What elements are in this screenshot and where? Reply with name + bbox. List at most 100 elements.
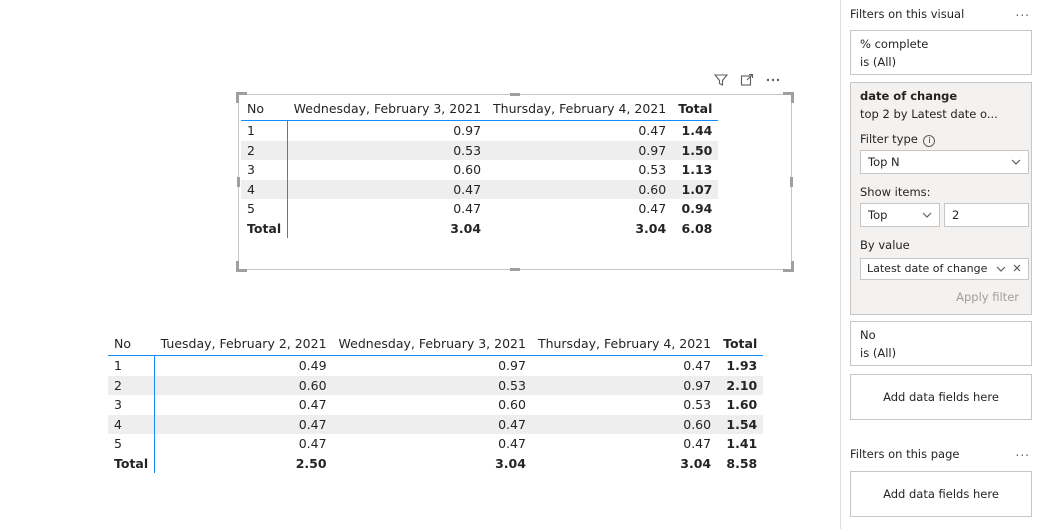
apply-filter-button[interactable]: Apply filter	[956, 290, 1019, 304]
row-header[interactable]: 4	[108, 414, 156, 434]
column-total-cell: 3.04	[680, 455, 712, 471]
filter-type-value: Top N	[868, 155, 900, 169]
value-cell: 0.47	[298, 436, 327, 452]
resize-handle[interactable]	[237, 177, 240, 187]
column-total-cell: 3.04	[450, 220, 482, 236]
column-header-date[interactable]: Thursday, February 4, 2021	[532, 331, 717, 356]
filter-card-date-of-change[interactable]: date of change top 2 by Latest date o...…	[850, 82, 1032, 315]
table-row: 1 0.49 0.97 0.47 1.93	[108, 355, 763, 376]
value-cell: 0.97	[453, 123, 482, 139]
value-cell: 0.47	[638, 123, 667, 139]
filters-on-page-title: Filters on this page	[850, 447, 960, 461]
row-total-cell: 1.60	[726, 397, 758, 413]
grand-total-cell: 8.58	[726, 455, 758, 471]
row-header[interactable]: 2	[241, 140, 289, 160]
more-options-icon[interactable]: ...	[1016, 5, 1030, 19]
row-total-cell: 0.94	[681, 201, 713, 217]
column-header-no[interactable]: No	[108, 331, 155, 356]
remove-field-icon[interactable]	[1012, 259, 1022, 286]
table-row: 3 0.47 0.60 0.53 1.60	[108, 395, 763, 415]
row-total-cell: 1.93	[726, 358, 758, 374]
value-cell: 0.60	[453, 162, 482, 178]
info-icon[interactable]: i	[923, 135, 936, 147]
value-cell: 0.47	[332, 414, 532, 434]
resize-handle[interactable]	[510, 268, 520, 271]
filter-type-label: Filter type i	[860, 132, 936, 147]
show-items-label: Show items:	[860, 185, 931, 199]
value-cell: 0.97	[531, 375, 718, 395]
value-cell: 0.47	[453, 201, 482, 217]
more-options-icon[interactable]	[765, 72, 781, 88]
column-header-total[interactable]: Total	[717, 331, 763, 356]
table-row: 4 0.47 0.60 1.07	[241, 179, 719, 199]
column-header-date[interactable]: Tuesday, February 2, 2021	[155, 331, 333, 356]
column-header-date[interactable]: Thursday, February 4, 2021	[487, 96, 672, 121]
resize-handle[interactable]	[783, 261, 794, 272]
value-cell: 0.47	[638, 201, 667, 217]
filter-field-name[interactable]: date of change	[851, 87, 1031, 105]
table-row: 4 0.47 0.47 0.60 1.54	[108, 414, 764, 434]
chevron-down-icon	[1011, 151, 1021, 182]
value-cell: 0.53	[683, 397, 712, 413]
add-data-fields-visual[interactable]: Add data fields here	[850, 374, 1032, 420]
chevron-down-icon[interactable]	[996, 259, 1006, 286]
row-header[interactable]: 3	[108, 395, 156, 415]
table-row: 2 0.53 0.97 1.50	[241, 140, 719, 160]
table-row: 5 0.47 0.47 0.94	[241, 199, 718, 219]
by-value-field-well[interactable]: Latest date of change	[860, 258, 1029, 280]
row-header[interactable]: 1	[241, 120, 289, 141]
row-total-cell: 1.13	[681, 162, 713, 178]
row-header[interactable]: 5	[108, 434, 156, 454]
total-row-label: Total	[241, 218, 289, 238]
filter-state: is (All)	[860, 346, 897, 360]
resize-handle[interactable]	[790, 177, 793, 187]
column-header-total[interactable]: Total	[672, 96, 718, 121]
column-total-cell: 3.04	[495, 455, 526, 471]
filter-field-name: % complete	[860, 37, 929, 51]
resize-handle[interactable]	[783, 92, 794, 103]
value-cell: 0.60	[487, 179, 673, 199]
filter-type-dropdown[interactable]: Top N	[860, 150, 1029, 174]
matrix-table-2[interactable]: No Tuesday, February 2, 2021 Wednesday, …	[108, 331, 764, 473]
column-total-cell: 2.50	[295, 455, 327, 471]
matrix-header-row: No Wednesday, February 3, 2021 Thursday,…	[241, 96, 719, 121]
show-items-count-input[interactable]: 2	[944, 203, 1029, 227]
filter-card-pct-complete[interactable]: % complete is (All)	[850, 30, 1032, 75]
table-row: 2 0.60 0.53 0.97 2.10	[108, 375, 764, 395]
row-total-cell: 1.44	[681, 123, 713, 139]
table-row: 5 0.47 0.47 0.47 1.41	[108, 434, 763, 454]
value-cell: 0.60	[531, 414, 718, 434]
show-items-direction-value: Top	[868, 208, 888, 222]
matrix-table-1: No Wednesday, February 3, 2021 Thursday,…	[241, 96, 719, 238]
more-options-icon[interactable]: ...	[1016, 445, 1030, 459]
value-cell: 0.47	[683, 436, 712, 452]
focus-mode-icon[interactable]	[739, 72, 755, 88]
row-header[interactable]: 5	[241, 199, 289, 219]
by-value-label: By value	[860, 238, 910, 252]
row-header[interactable]: 3	[241, 160, 289, 180]
filter-card-no[interactable]: No is (All)	[850, 321, 1032, 366]
visual-header	[713, 72, 781, 88]
row-total-cell: 1.50	[672, 140, 719, 160]
column-header-date[interactable]: Wednesday, February 3, 2021	[288, 96, 487, 121]
total-row: Total 3.04 3.04 6.08	[241, 218, 718, 238]
filter-summary: top 2 by Latest date o...	[860, 107, 998, 121]
value-cell: 0.47	[154, 414, 333, 434]
value-cell: 0.60	[498, 397, 526, 413]
total-row-label: Total	[108, 453, 156, 473]
column-header-no[interactable]: No	[241, 96, 288, 121]
filter-icon[interactable]	[713, 72, 729, 88]
row-header[interactable]: 1	[108, 355, 156, 376]
add-data-fields-page[interactable]: Add data fields here	[850, 471, 1032, 517]
value-cell: 0.97	[487, 140, 673, 160]
show-items-direction-dropdown[interactable]: Top	[860, 203, 940, 227]
row-header[interactable]: 4	[241, 179, 289, 199]
column-header-date[interactable]: Wednesday, February 3, 2021	[333, 331, 532, 356]
row-header[interactable]: 2	[108, 375, 156, 395]
filters-on-visual-title: Filters on this visual	[850, 7, 965, 21]
value-cell: 0.53	[287, 140, 488, 160]
filter-field-name: No	[860, 328, 876, 342]
resize-handle[interactable]	[236, 261, 247, 272]
value-cell: 0.49	[298, 358, 327, 374]
column-total-cell: 3.04	[635, 220, 667, 236]
